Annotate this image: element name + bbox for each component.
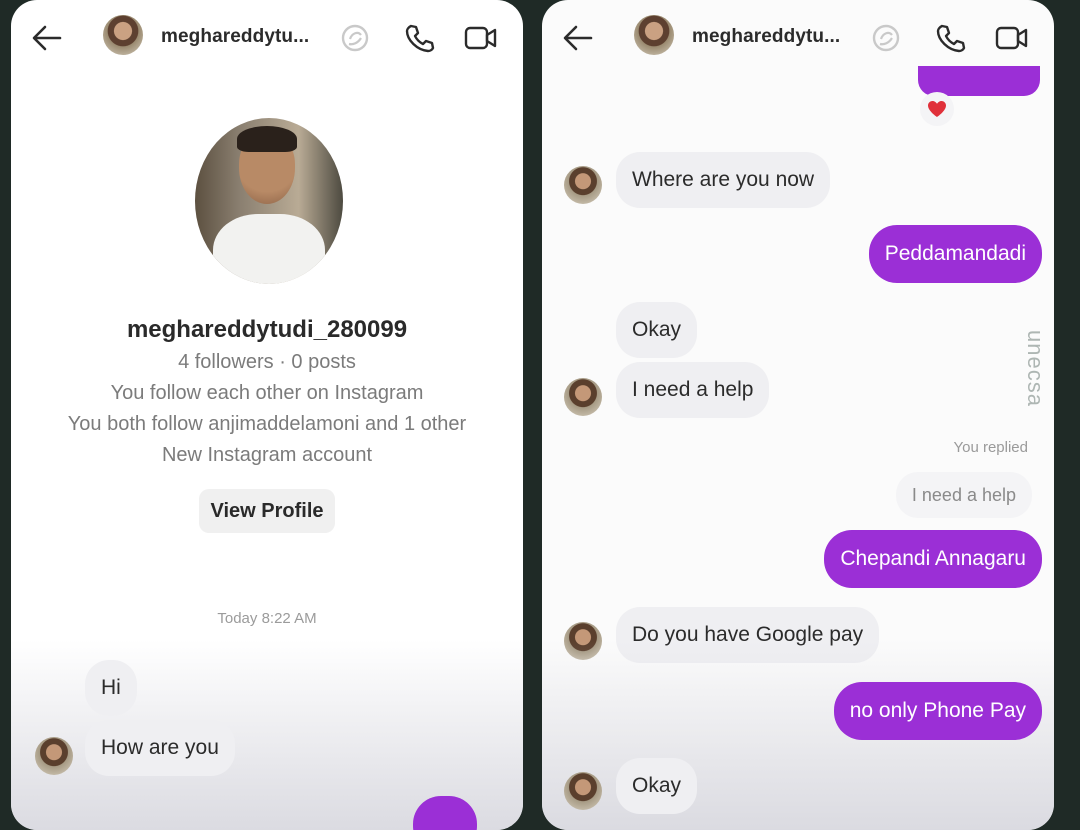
- header-username[interactable]: meghareddytu...: [161, 26, 309, 48]
- mutual-followers: You both follow anjimaddelamoni and 1 ot…: [67, 413, 467, 435]
- message-incoming[interactable]: Hi: [85, 660, 137, 716]
- video-call-icon[interactable]: [461, 18, 501, 58]
- phone-call-icon[interactable]: [930, 18, 970, 58]
- profile-picture-hair: [237, 126, 297, 152]
- profile-picture[interactable]: [195, 118, 343, 284]
- video-call-icon[interactable]: [992, 18, 1032, 58]
- sender-avatar[interactable]: [564, 166, 602, 204]
- message-incoming[interactable]: I need a help: [616, 362, 770, 418]
- profile-picture-shirt: [213, 214, 325, 284]
- header-avatar[interactable]: [103, 15, 143, 55]
- message-outgoing[interactable]: Chepandi Annagaru: [824, 530, 1042, 588]
- message-outgoing-partial[interactable]: [413, 796, 477, 830]
- sender-avatar[interactable]: [35, 737, 73, 775]
- header-username[interactable]: meghareddytu...: [692, 26, 840, 48]
- back-arrow-icon[interactable]: [27, 18, 67, 58]
- message-incoming[interactable]: Okay: [616, 758, 698, 814]
- message-timestamp: Today 8:22 AM: [217, 610, 317, 627]
- watermark-text: unecsa: [1023, 330, 1048, 407]
- message-outgoing[interactable]: no only Phone Pay: [833, 682, 1042, 740]
- message-incoming[interactable]: Where are you now: [616, 152, 831, 208]
- account-note: New Instagram account: [161, 444, 373, 466]
- profile-stats: 4 followers · 0 posts: [178, 351, 356, 373]
- chat-header: meghareddytu...: [11, 0, 523, 76]
- view-profile-button[interactable]: View Profile: [199, 489, 335, 533]
- message-outgoing[interactable]: Peddamandadi: [868, 225, 1042, 283]
- follow-status: You follow each other on Instagram: [110, 382, 424, 404]
- back-arrow-icon[interactable]: [558, 18, 598, 58]
- message-incoming[interactable]: How are you: [85, 720, 235, 776]
- sticker-icon[interactable]: [866, 18, 906, 58]
- message-incoming[interactable]: Do you have Google pay: [616, 607, 880, 663]
- sender-avatar[interactable]: [564, 378, 602, 416]
- left-phone-screen: meghareddytu... meghareddytudi_280099 4 …: [11, 0, 523, 830]
- phone-call-icon[interactable]: [399, 18, 439, 58]
- sticker-icon[interactable]: [335, 18, 375, 58]
- sender-avatar[interactable]: [564, 622, 602, 660]
- message-incoming[interactable]: Okay: [616, 302, 698, 358]
- right-phone-screen: meghareddytu... Where are you now Peddam…: [542, 0, 1054, 830]
- profile-username: meghareddytudi_280099: [126, 316, 408, 343]
- sender-avatar[interactable]: [564, 772, 602, 810]
- replied-label: You replied: [953, 439, 1028, 456]
- heart-reaction-icon[interactable]: [920, 92, 954, 126]
- header-avatar[interactable]: [634, 15, 674, 55]
- chat-header: meghareddytu...: [542, 0, 1054, 76]
- reply-preview[interactable]: I need a help: [895, 472, 1032, 518]
